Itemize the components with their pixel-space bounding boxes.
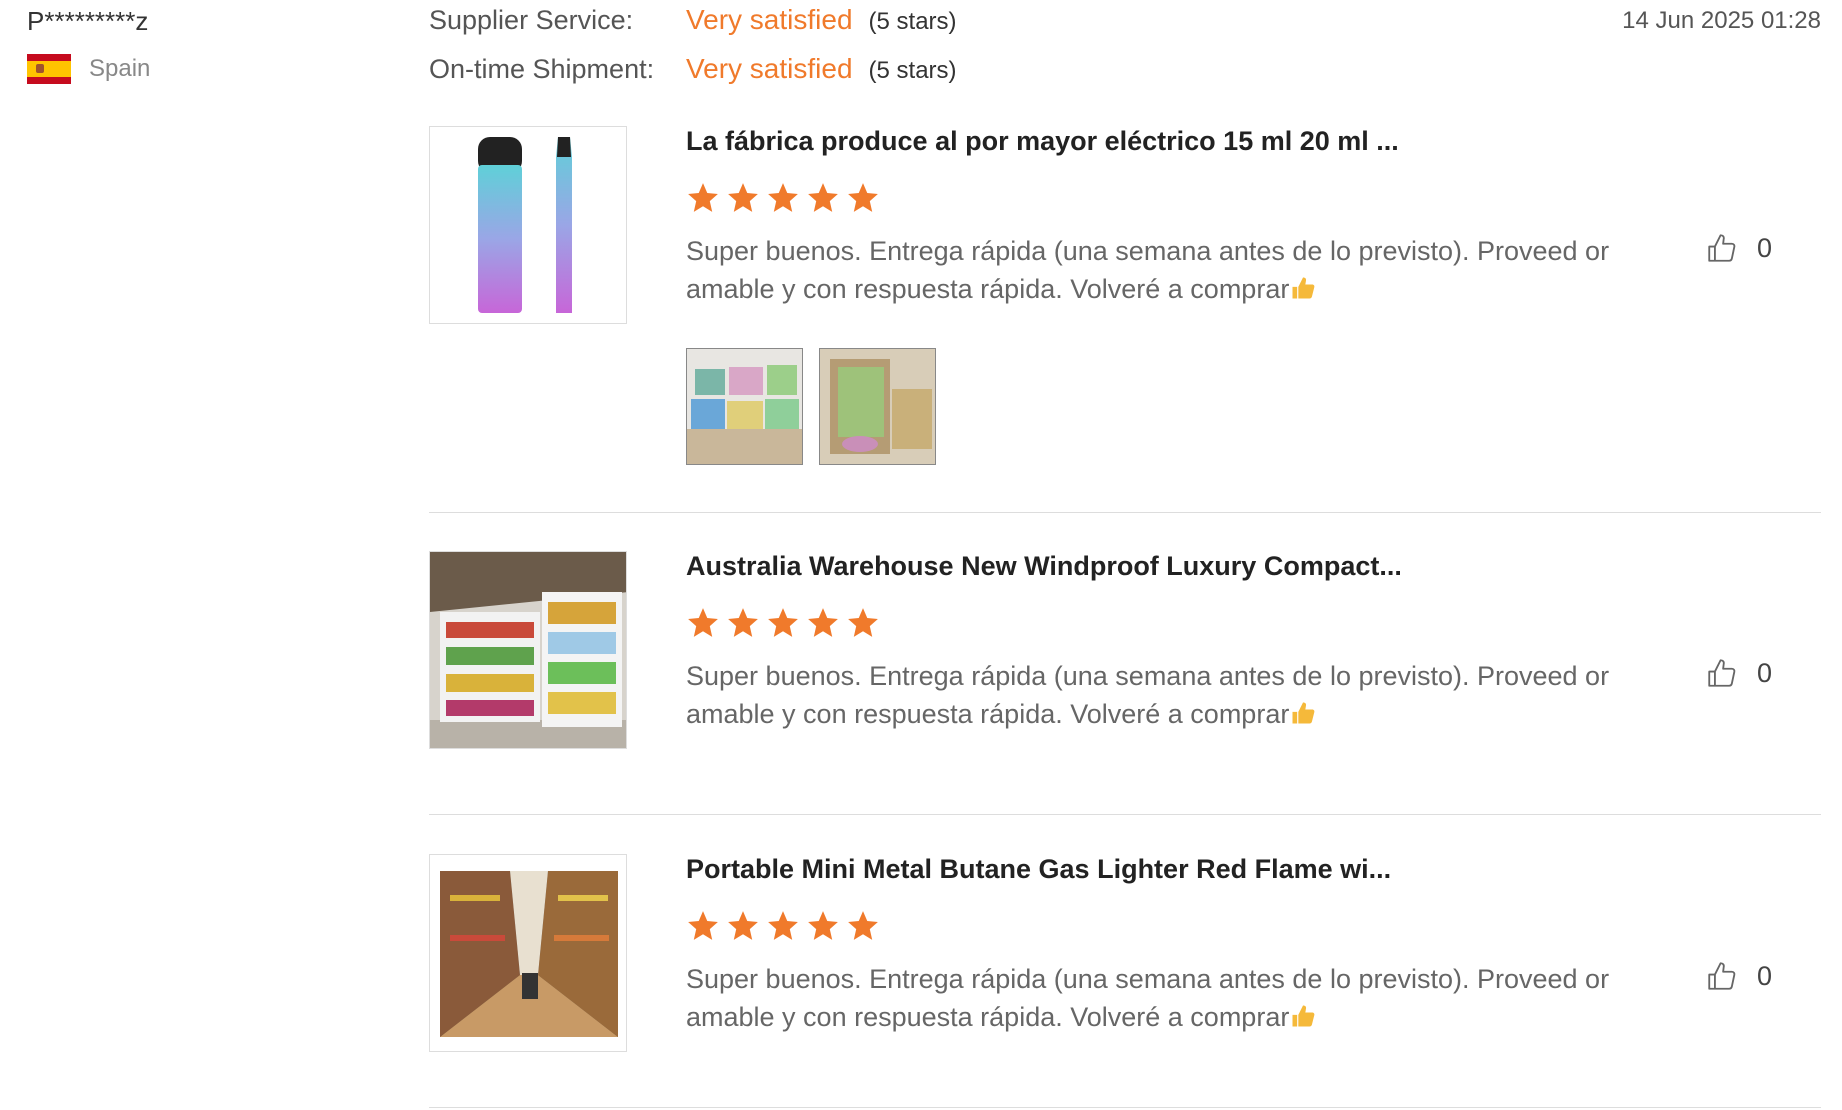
rating-label: On-time Shipment: <box>429 54 655 84</box>
star-icon <box>808 911 838 940</box>
spain-flag-icon <box>27 54 71 84</box>
star-icon <box>848 911 878 940</box>
thumbs-up-emoji-icon <box>1292 702 1315 724</box>
product-thumbnail[interactable] <box>429 551 627 749</box>
vape-pen-product-image <box>478 137 572 313</box>
rating-label: Supplier Service: <box>429 5 634 35</box>
review-divider <box>429 512 1821 513</box>
rating-supplier-service: Supplier Service: Very satisfied (5 star… <box>429 4 957 36</box>
star-icon <box>728 183 758 212</box>
reviewer-name: P*********z <box>27 6 149 36</box>
review-text: Super buenos. Entrega rápida (una semana… <box>686 661 1610 729</box>
star-icon <box>768 608 798 637</box>
star-icon <box>688 608 718 637</box>
star-icon <box>688 911 718 940</box>
star-icon <box>808 183 838 212</box>
star-icon <box>848 183 878 212</box>
supermarket-aisle-product-image <box>430 855 626 1051</box>
boxes-photo <box>687 349 802 464</box>
rating-value: Very satisfied <box>686 4 853 35</box>
like-button[interactable]: 0 <box>1705 655 1772 691</box>
product-thumbnail[interactable] <box>429 854 627 1052</box>
star-rating <box>686 909 880 943</box>
attachment-image[interactable] <box>686 348 803 465</box>
star-icon <box>688 183 718 212</box>
product-thumbnail[interactable] <box>429 126 627 324</box>
product-title[interactable]: Australia Warehouse New Windproof Luxury… <box>686 551 1402 582</box>
star-rating <box>686 181 880 215</box>
like-count: 0 <box>1757 232 1773 263</box>
rating-stars-text: (5 stars) <box>868 57 957 84</box>
review-text: Super buenos. Entrega rápida (una semana… <box>686 964 1610 1032</box>
thumbs-up-icon <box>1708 962 1736 990</box>
star-rating <box>686 606 880 640</box>
rating-on-time-shipment: On-time Shipment: Very satisfied (5 star… <box>429 53 957 85</box>
like-count: 0 <box>1757 960 1773 991</box>
star-icon <box>728 608 758 637</box>
product-title[interactable]: Portable Mini Metal Butane Gas Lighter R… <box>686 854 1391 885</box>
rating-value: Very satisfied <box>686 53 853 84</box>
thumbs-up-icon <box>1708 234 1736 262</box>
review-item: Portable Mini Metal Butane Gas Lighter R… <box>429 854 1821 1054</box>
country-name: Spain <box>89 55 151 82</box>
review-date: 14 Jun 2025 01:28 <box>1622 7 1821 34</box>
review-attachments <box>686 348 936 465</box>
like-button[interactable]: 0 <box>1705 958 1772 994</box>
review-item: Australia Warehouse New Windproof Luxury… <box>429 551 1821 751</box>
review-divider <box>429 814 1821 815</box>
boxes-in-carton-photo <box>820 349 935 464</box>
star-icon <box>808 608 838 637</box>
like-count: 0 <box>1757 657 1773 688</box>
store-shelves-product-image <box>430 552 626 748</box>
star-icon <box>768 183 798 212</box>
rating-stars-text: (5 stars) <box>868 8 957 35</box>
like-button[interactable]: 0 <box>1705 230 1772 266</box>
thumbs-up-icon <box>1708 659 1736 687</box>
star-icon <box>728 911 758 940</box>
review-item: La fábrica produce al por mayor eléctric… <box>429 126 1821 476</box>
review-divider <box>429 1107 1821 1108</box>
reviewer-country: Spain <box>27 54 150 84</box>
product-title[interactable]: La fábrica produce al por mayor eléctric… <box>686 126 1399 157</box>
star-icon <box>768 911 798 940</box>
thumbs-up-emoji-icon <box>1292 277 1315 299</box>
review-text: Super buenos. Entrega rápida (una semana… <box>686 236 1610 304</box>
attachment-image[interactable] <box>819 348 936 465</box>
thumbs-up-emoji-icon <box>1292 1005 1315 1027</box>
star-icon <box>848 608 878 637</box>
